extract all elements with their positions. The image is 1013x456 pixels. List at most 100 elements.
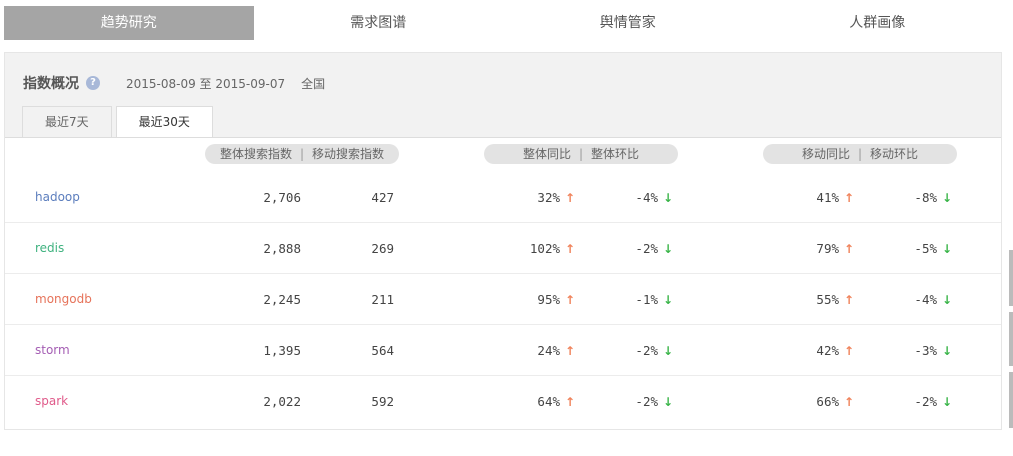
overall-yoy-cell: 24% ↑	[537, 325, 576, 377]
keyword-link[interactable]: storm	[35, 325, 70, 376]
overall-yoy-cell: 64% ↑	[537, 376, 576, 428]
arrow-down-icon: ↓	[941, 395, 953, 409]
tab-last-7-days[interactable]: 最近7天	[22, 106, 112, 137]
overall-index-value: 2,888	[263, 241, 301, 256]
overall-index-value: 2,245	[263, 292, 301, 307]
overall-mom-header: 整体环比	[591, 147, 640, 161]
question-icon[interactable]: ?	[86, 76, 100, 90]
mobile-yoy-value: 79%	[816, 241, 839, 256]
header-separator: |	[578, 147, 584, 161]
arrow-up-icon: ↑	[843, 395, 855, 409]
arrow-up-icon: ↑	[843, 293, 855, 307]
overall-mom-cell: -2% ↓	[635, 376, 674, 428]
tab-last-30-days[interactable]: 最近30天	[115, 106, 213, 138]
mobile-yoy-header: 移动同比	[801, 147, 850, 161]
arrow-down-icon: ↓	[662, 293, 674, 307]
overall-mom-value: -2%	[635, 394, 658, 409]
mobile-mom-cell: -8% ↓	[914, 172, 953, 224]
overall-yoy-cell: 102% ↑	[530, 223, 576, 275]
overall-mom-cell: -2% ↓	[635, 325, 674, 377]
index-header-pill: 整体搜索指数 | 移动搜索指数	[205, 144, 399, 164]
mobile-mom-header: 移动环比	[870, 147, 919, 161]
arrow-down-icon: ↓	[941, 242, 953, 256]
arrow-up-icon: ↑	[843, 242, 855, 256]
mobile-yoy-cell: 42% ↑	[816, 325, 855, 377]
arrow-up-icon: ↑	[564, 395, 576, 409]
table-row: hadoop 2,706 427 32% ↑ -4% ↓ 41% ↑ -8% ↓	[5, 172, 1001, 223]
arrow-down-icon: ↓	[941, 293, 953, 307]
mobile-index-value: 427	[371, 190, 394, 205]
mobile-yoy-value: 41%	[816, 190, 839, 205]
mobile-index-value: 564	[371, 343, 394, 358]
mobile-yoy-value: 66%	[816, 394, 839, 409]
mobile-yoy-cell: 66% ↑	[816, 376, 855, 428]
scrollbar-fragment[interactable]	[1009, 250, 1013, 306]
overall-index-value: 2,706	[263, 190, 301, 205]
overall-mom-value: -2%	[635, 343, 658, 358]
overall-mom-value: -4%	[635, 190, 658, 205]
overall-yoy-value: 64%	[537, 394, 560, 409]
arrow-down-icon: ↓	[941, 191, 953, 205]
mobile-yoy-cell: 55% ↑	[816, 274, 855, 326]
table-row: storm 1,395 564 24% ↑ -2% ↓ 42% ↑ -3% ↓	[5, 325, 1001, 376]
table-row: spark 2,022 592 64% ↑ -2% ↓ 66% ↑ -2% ↓	[5, 376, 1001, 427]
arrow-up-icon: ↑	[564, 344, 576, 358]
table-row: redis 2,888 269 102% ↑ -2% ↓ 79% ↑ -5% ↓	[5, 223, 1001, 274]
overall-mom-cell: -2% ↓	[635, 223, 674, 275]
top-tab-bar: 趋势研究 需求图谱 舆情管家 人群画像	[4, 6, 1002, 40]
overall-yoy-value: 102%	[529, 241, 560, 256]
overall-mom-cell: -1% ↓	[635, 274, 674, 326]
tab-audience-profile[interactable]: 人群画像	[753, 6, 1003, 40]
mobile-mom-cell: -2% ↓	[914, 376, 953, 428]
overall-yoy-value: 24%	[537, 343, 560, 358]
arrow-up-icon: ↑	[564, 293, 576, 307]
arrow-down-icon: ↓	[662, 344, 674, 358]
arrow-down-icon: ↓	[662, 395, 674, 409]
overall-yoy-value: 32%	[537, 190, 560, 205]
mobile-yoy-cell: 79% ↑	[816, 223, 855, 275]
arrow-up-icon: ↑	[564, 242, 576, 256]
index-table: 整体搜索指数 | 移动搜索指数 整体同比 | 整体环比 移动同比 | 移动环比 hadoop…	[5, 137, 1001, 429]
region-label: 全国	[301, 76, 326, 91]
overall-yoy-cell: 32% ↑	[537, 172, 576, 224]
mobile-yoy-cell: 41% ↑	[816, 172, 855, 224]
overall-index-header: 整体搜索指数	[219, 147, 292, 161]
arrow-down-icon: ↓	[941, 344, 953, 358]
arrow-up-icon: ↑	[843, 191, 855, 205]
overall-mom-cell: -4% ↓	[635, 172, 674, 224]
overall-mom-value: -2%	[635, 241, 658, 256]
scrollbar-fragment[interactable]	[1009, 372, 1013, 428]
arrow-down-icon: ↓	[662, 242, 674, 256]
tab-trend-research[interactable]: 趋势研究	[4, 6, 254, 40]
mobile-mom-cell: -3% ↓	[914, 325, 953, 377]
mobile-index-value: 269	[371, 241, 394, 256]
mobile-mom-cell: -5% ↓	[914, 223, 953, 275]
scrollbar-fragment[interactable]	[1009, 312, 1013, 366]
header-separator: |	[857, 147, 863, 161]
overall-yoy-header: 整体同比	[522, 147, 571, 161]
tab-demand-graph[interactable]: 需求图谱	[254, 6, 504, 40]
table-row: mongodb 2,245 211 95% ↑ -1% ↓ 55% ↑ -4% ↓	[5, 274, 1001, 325]
index-overview-panel: 指数概况 ? 2015-08-09 至 2015-09-07 全国 最近7天 最…	[4, 52, 1002, 430]
keyword-link[interactable]: redis	[35, 223, 64, 274]
overall-yoy-value: 95%	[537, 292, 560, 307]
tab-sentiment-manager[interactable]: 舆情管家	[503, 6, 753, 40]
mobile-yoy-value: 42%	[816, 343, 839, 358]
overall-index-value: 2,022	[263, 394, 301, 409]
mobile-mom-value: -4%	[914, 292, 937, 307]
arrow-up-icon: ↑	[564, 191, 576, 205]
mobile-mom-value: -3%	[914, 343, 937, 358]
keyword-link[interactable]: spark	[35, 376, 68, 427]
overall-yoy-cell: 95% ↑	[537, 274, 576, 326]
mobile-mom-cell: -4% ↓	[914, 274, 953, 326]
panel-header: 指数概况 ? 2015-08-09 至 2015-09-07 全国	[23, 73, 325, 93]
mobile-index-value: 211	[371, 292, 394, 307]
mobile-yoy-value: 55%	[816, 292, 839, 307]
keyword-link[interactable]: mongodb	[35, 274, 92, 325]
overall-index-value: 1,395	[263, 343, 301, 358]
mobile-index-header: 移动搜索指数	[312, 147, 385, 161]
keyword-link[interactable]: hadoop	[35, 172, 80, 223]
mobile-mom-value: -8%	[914, 190, 937, 205]
panel-title: 指数概况	[23, 76, 79, 92]
period-tabs: 最近7天 最近30天	[22, 106, 217, 138]
